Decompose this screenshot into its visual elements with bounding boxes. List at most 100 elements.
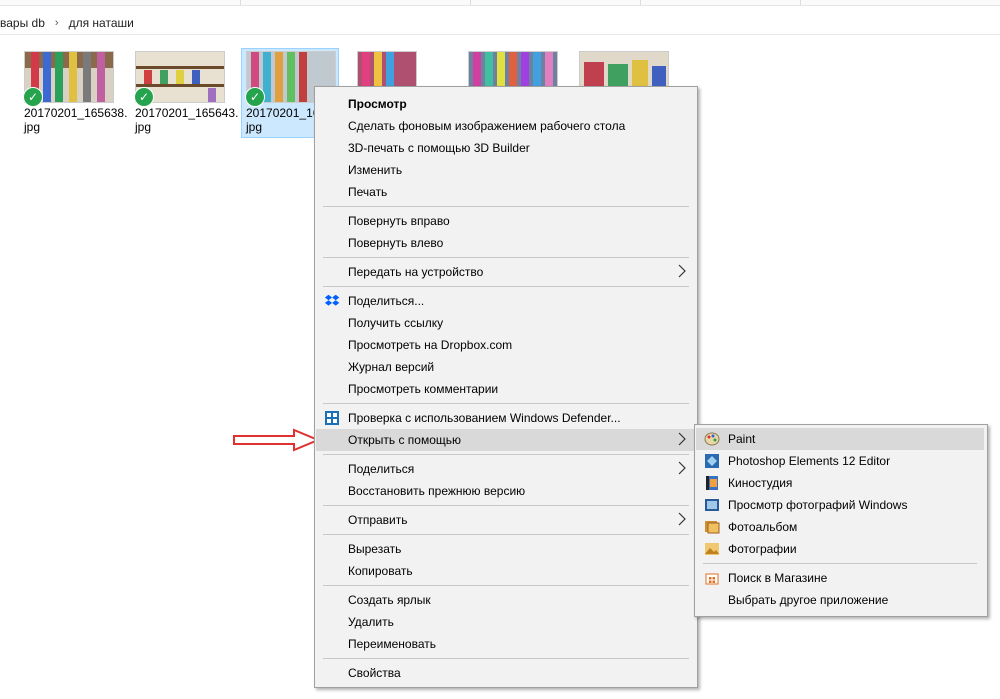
menu-item-rotate-right[interactable]: Повернуть вправо bbox=[316, 210, 694, 232]
menu-item-properties[interactable]: Свойства bbox=[316, 662, 694, 684]
breadcrumb-separator-icon[interactable]: › bbox=[55, 17, 59, 29]
submenu-item-label: Поиск в Магазине bbox=[728, 571, 828, 585]
menu-item-label: Просмотреть комментарии bbox=[348, 382, 499, 396]
menu-item-open-with[interactable]: Открыть с помощью bbox=[316, 429, 694, 451]
menu-item-label: Свойства bbox=[348, 666, 401, 680]
menu-separator bbox=[323, 257, 689, 258]
menu-item-preview[interactable]: Просмотр bbox=[316, 93, 694, 115]
menu-item-label: Сделать фоновым изображением рабочего ст… bbox=[348, 119, 626, 133]
menu-item-view-on-dropbox[interactable]: Просмотреть на Dropbox.com bbox=[316, 334, 694, 356]
menu-item-label: Поделиться bbox=[348, 462, 415, 476]
menu-item-dropbox-share[interactable]: Поделиться... bbox=[316, 290, 694, 312]
sync-check-icon: ✓ bbox=[134, 87, 154, 107]
submenu-item-label: Киностудия bbox=[728, 476, 793, 490]
menu-separator bbox=[323, 505, 689, 506]
menu-item-set-wallpaper[interactable]: Сделать фоновым изображением рабочего ст… bbox=[316, 115, 694, 137]
menu-item-cut[interactable]: Вырезать bbox=[316, 538, 694, 560]
submenu-item-photos[interactable]: Фотографии bbox=[696, 538, 984, 560]
menu-item-delete[interactable]: Удалить bbox=[316, 611, 694, 633]
annotation-arrow-left bbox=[233, 428, 321, 452]
submenu-item-label: Фотоальбом bbox=[728, 520, 798, 534]
menu-item-label: Повернуть вправо bbox=[348, 214, 450, 228]
submenu-item-store-search[interactable]: Поиск в Магазине bbox=[696, 567, 984, 589]
column-header-strip bbox=[0, 0, 1000, 6]
menu-item-get-link[interactable]: Получить ссылку bbox=[316, 312, 694, 334]
chevron-right-icon bbox=[678, 432, 686, 446]
photo-gallery-icon bbox=[705, 521, 720, 534]
column-header-divider[interactable] bbox=[240, 0, 241, 5]
breadcrumb-item-db[interactable]: вары db bbox=[0, 16, 45, 30]
submenu-item-movie-maker[interactable]: Киностудия bbox=[696, 472, 984, 494]
file-name: 20170201_165638. jpg bbox=[24, 106, 128, 134]
submenu-item-label: Photoshop Elements 12 Editor bbox=[728, 454, 891, 468]
context-menu: Просмотр Сделать фоновым изображением ра… bbox=[314, 86, 698, 688]
photo-viewer-icon bbox=[705, 499, 719, 511]
menu-separator bbox=[323, 658, 689, 659]
menu-item-label: Изменить bbox=[348, 163, 403, 177]
file-item[interactable]: ✓ 20170201_165643. jpg bbox=[131, 49, 239, 137]
submenu-item-photo-viewer[interactable]: Просмотр фотографий Windows bbox=[696, 494, 984, 516]
menu-item-label: Копировать bbox=[348, 564, 413, 578]
menu-item-label: Передать на устройство bbox=[348, 265, 484, 279]
submenu-item-label: Выбрать другое приложение bbox=[728, 593, 889, 607]
chevron-right-icon bbox=[678, 264, 686, 278]
menu-item-label: Журнал версий bbox=[348, 360, 435, 374]
photoshop-elements-icon bbox=[705, 454, 719, 468]
chevron-right-icon bbox=[678, 512, 686, 526]
file-item[interactable]: ✓ 20170201_165638. jpg bbox=[20, 49, 128, 137]
menu-item-version-history[interactable]: Журнал версий bbox=[316, 356, 694, 378]
menu-item-create-shortcut[interactable]: Создать ярлык bbox=[316, 589, 694, 611]
menu-item-label: Удалить bbox=[348, 615, 394, 629]
windows-defender-icon bbox=[325, 411, 339, 425]
menu-item-cast-to-device[interactable]: Передать на устройство bbox=[316, 261, 694, 283]
column-header-divider[interactable] bbox=[800, 0, 801, 5]
menu-item-label: Восстановить прежнюю версию bbox=[348, 484, 526, 498]
menu-item-label: Получить ссылку bbox=[348, 316, 444, 330]
menu-item-label: 3D-печать с помощью 3D Builder bbox=[348, 141, 530, 155]
open-with-submenu: Paint Photoshop Elements 12 Editor Кинос… bbox=[694, 424, 988, 617]
menu-item-3d-print[interactable]: 3D-печать с помощью 3D Builder bbox=[316, 137, 694, 159]
menu-separator bbox=[323, 534, 689, 535]
menu-separator bbox=[323, 454, 689, 455]
menu-item-send-to[interactable]: Отправить bbox=[316, 509, 694, 531]
menu-separator bbox=[323, 206, 689, 207]
submenu-item-choose-another-app[interactable]: Выбрать другое приложение bbox=[696, 589, 984, 611]
movie-maker-icon bbox=[706, 476, 718, 490]
menu-item-print[interactable]: Печать bbox=[316, 181, 694, 203]
menu-item-share[interactable]: Поделиться bbox=[316, 458, 694, 480]
menu-separator bbox=[323, 585, 689, 586]
menu-item-label: Печать bbox=[348, 185, 388, 199]
menu-item-rename[interactable]: Переименовать bbox=[316, 633, 694, 655]
submenu-item-photo-gallery[interactable]: Фотоальбом bbox=[696, 516, 984, 538]
menu-item-label: Просмотр bbox=[348, 97, 407, 111]
address-bar-divider bbox=[0, 34, 1000, 35]
menu-item-label: Вырезать bbox=[348, 542, 402, 556]
column-header-divider[interactable] bbox=[640, 0, 641, 5]
menu-item-view-comments[interactable]: Просмотреть комментарии bbox=[316, 378, 694, 400]
submenu-item-paint[interactable]: Paint bbox=[696, 428, 984, 450]
menu-item-rotate-left[interactable]: Повернуть влево bbox=[316, 232, 694, 254]
menu-item-label: Открыть с помощью bbox=[348, 433, 462, 447]
dropbox-icon bbox=[324, 294, 340, 306]
menu-item-label: Проверка с использованием Windows Defend… bbox=[348, 411, 621, 425]
file-name: 20170201_165643. jpg bbox=[135, 106, 239, 134]
menu-item-copy[interactable]: Копировать bbox=[316, 560, 694, 582]
menu-item-restore-previous[interactable]: Восстановить прежнюю версию bbox=[316, 480, 694, 502]
menu-separator bbox=[323, 286, 689, 287]
menu-item-label: Повернуть влево bbox=[348, 236, 444, 250]
menu-item-label: Поделиться... bbox=[348, 294, 425, 308]
menu-item-label: Просмотреть на Dropbox.com bbox=[348, 338, 513, 352]
sync-check-icon: ✓ bbox=[23, 87, 43, 107]
sync-check-icon: ✓ bbox=[245, 87, 265, 107]
breadcrumb-item-folder[interactable]: для наташи bbox=[69, 16, 134, 30]
photos-icon bbox=[705, 543, 719, 555]
menu-item-label: Переименовать bbox=[348, 637, 436, 651]
menu-item-defender-scan[interactable]: Проверка с использованием Windows Defend… bbox=[316, 407, 694, 429]
menu-separator bbox=[323, 403, 689, 404]
menu-item-edit[interactable]: Изменить bbox=[316, 159, 694, 181]
submenu-item-label: Просмотр фотографий Windows bbox=[728, 498, 908, 512]
menu-item-label: Создать ярлык bbox=[348, 593, 431, 607]
submenu-separator bbox=[703, 563, 977, 564]
column-header-divider[interactable] bbox=[470, 0, 471, 5]
submenu-item-photoshop-elements[interactable]: Photoshop Elements 12 Editor bbox=[696, 450, 984, 472]
